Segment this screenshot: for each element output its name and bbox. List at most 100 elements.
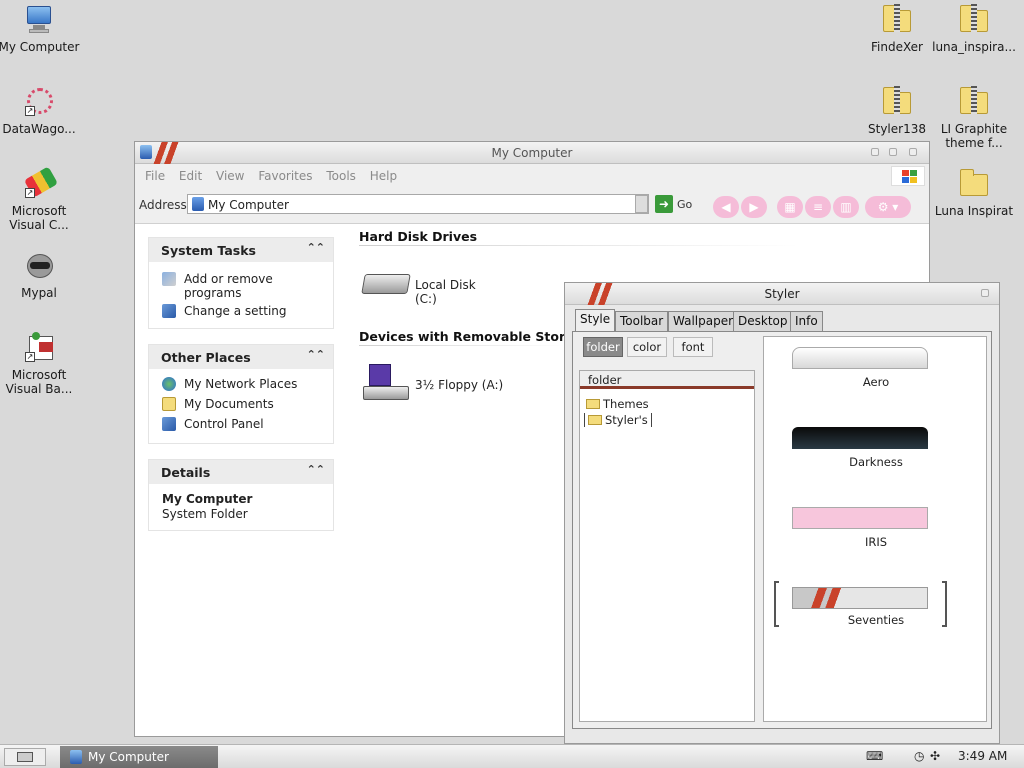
menu-help[interactable]: Help [370, 169, 397, 183]
styler-titlebar[interactable]: Styler [565, 283, 999, 305]
menu-bar: File Edit View Favorites Tools Help [135, 164, 929, 188]
computer-icon [192, 197, 204, 211]
address-dropdown-button[interactable] [635, 195, 648, 213]
menu-view[interactable]: View [216, 169, 244, 183]
network-places-icon [162, 377, 176, 391]
settings-gear-button[interactable]: ⚙ ▾ [865, 196, 911, 218]
folder-icon [958, 168, 990, 200]
theme-seventies[interactable]: Seventies [764, 581, 988, 631]
place-network[interactable]: My Network Places [149, 377, 333, 391]
desktop-icon-visual-c[interactable]: ↗ Microsoft Visual C... [0, 166, 81, 232]
desktop-icon-visual-basic[interactable]: ↗ Microsoft Visual Ba... [0, 332, 81, 396]
zip-folder-icon [958, 4, 990, 36]
other-places-header[interactable]: Other Places ⌃⌃ [149, 345, 333, 369]
add-remove-programs-icon [162, 272, 176, 286]
collapse-chevron-icon[interactable]: ⌃⌃ [307, 463, 325, 476]
menu-favorites[interactable]: Favorites [258, 169, 312, 183]
details-header[interactable]: Details ⌃⌃ [149, 460, 333, 484]
menu-edit[interactable]: Edit [179, 169, 202, 183]
details-name: My Computer [162, 492, 253, 506]
aero-swatch [792, 347, 928, 369]
address-value: My Computer [208, 198, 289, 212]
desktop-icon-my-computer[interactable]: My Computer [0, 4, 81, 54]
zip-folder-icon [881, 86, 913, 118]
folder-icon [588, 415, 602, 425]
menu-file[interactable]: File [145, 169, 165, 183]
address-label: Address [139, 198, 187, 212]
theme-folder-tree: folder Themes Styler's [579, 370, 755, 722]
section-divider [359, 345, 565, 346]
seventies-swatch [792, 587, 928, 609]
desktop-icon-luna-inspirat[interactable]: Luna Inspirat [932, 168, 1016, 218]
darkness-swatch [792, 427, 928, 449]
theme-iris[interactable]: IRIS [764, 507, 988, 549]
theme-aero[interactable]: Aero [764, 347, 988, 389]
control-panel-icon [162, 417, 176, 431]
thumbnails-view-button[interactable]: ▦ [777, 196, 803, 218]
hard-disk-icon [361, 274, 411, 294]
task-change-setting[interactable]: Change a setting [149, 304, 333, 318]
visual-c-icon: ↗ [23, 166, 59, 200]
tree-item-stylers[interactable]: Styler's [584, 413, 652, 427]
font-mode-button[interactable]: font [673, 337, 713, 357]
maximize-button[interactable] [889, 148, 897, 156]
minimize-button[interactable] [871, 148, 879, 156]
theme-darkness[interactable]: Darkness [764, 427, 988, 469]
go-arrow-icon[interactable]: ➜ [655, 195, 673, 213]
color-mode-button[interactable]: color [627, 337, 667, 357]
tab-style[interactable]: Style [575, 309, 616, 331]
tab-wallpaper[interactable]: Wallpaper [668, 311, 739, 331]
tree-item-themes[interactable]: Themes [586, 397, 649, 411]
menu-tools[interactable]: Tools [326, 169, 356, 183]
address-bar: Address My Computer ➜ Go ◀ ▶ ▦ ≡ ▥ ⚙ ▾ [135, 188, 929, 224]
collapse-chevron-icon[interactable]: ⌃⌃ [307, 241, 325, 254]
place-documents[interactable]: My Documents [149, 397, 333, 411]
collapse-chevron-icon[interactable]: ⌃⌃ [307, 348, 325, 361]
folder-icon [586, 399, 600, 409]
start-button[interactable] [4, 748, 46, 766]
address-input[interactable]: My Computer [187, 194, 649, 214]
desktop-icon-mypal[interactable]: Mypal [0, 250, 81, 300]
desktop-icon-findexer[interactable]: FindeXer [855, 4, 939, 54]
tab-desktop[interactable]: Desktop [733, 311, 793, 331]
task-add-remove-programs[interactable]: Add or remove programs [149, 272, 333, 300]
place-control-panel[interactable]: Control Panel [149, 417, 333, 431]
forward-button[interactable]: ▶ [741, 196, 767, 218]
section-hard-disk-drives: Hard Disk Drives [359, 229, 478, 244]
floppy-drive-base [363, 386, 409, 400]
details-view-button[interactable]: ▥ [833, 196, 859, 218]
windows-logo-icon [891, 166, 925, 186]
drive-local-disk-c[interactable]: Local Disk (C:) [361, 266, 501, 306]
window-title: My Computer [491, 146, 573, 160]
styler-close-button[interactable] [981, 289, 989, 297]
tab-info[interactable]: Info [790, 311, 823, 331]
system-tasks-header[interactable]: System Tasks ⌃⌃ [149, 238, 333, 262]
close-button[interactable] [909, 148, 917, 156]
desktop-icon-luna-inspira-zip[interactable]: luna_inspira... [932, 4, 1016, 54]
list-view-button[interactable]: ≡ [805, 196, 831, 218]
clock[interactable]: 3:49 AM [958, 749, 1007, 763]
drive-floppy-a[interactable]: 3½ Floppy (A:) [361, 362, 511, 406]
go-button[interactable]: Go [677, 198, 692, 211]
network-tray-icon[interactable]: ✣ [930, 749, 940, 763]
desktop-icon-styler138[interactable]: Styler138 [855, 86, 939, 136]
computer-icon [23, 4, 55, 36]
computer-icon [70, 750, 82, 764]
styler-title: Styler [764, 287, 800, 301]
back-button[interactable]: ◀ [713, 196, 739, 218]
details-type: System Folder [162, 507, 248, 521]
explorer-titlebar[interactable]: My Computer [135, 142, 929, 164]
iris-swatch [792, 507, 928, 529]
floppy-drive-icon [369, 364, 391, 386]
desktop-icon-li-graphite[interactable]: LI Graphite theme f... [932, 86, 1016, 150]
desktop-icon-datawagon[interactable]: ↗ DataWago... [0, 86, 81, 136]
zip-folder-icon [881, 4, 913, 36]
clock-tray-icon[interactable]: ◷ [914, 749, 924, 763]
tree-header: folder [580, 371, 754, 389]
tab-toolbar[interactable]: Toolbar [615, 311, 669, 331]
keyboard-tray-icon[interactable]: ⌨ [866, 749, 883, 763]
folder-mode-button[interactable]: folder [583, 337, 623, 357]
taskbar-item-my-computer[interactable]: My Computer [60, 746, 218, 768]
start-icon [17, 752, 33, 762]
styler-window: Styler Style Toolbar Wallpaper Desktop I… [564, 282, 1000, 744]
